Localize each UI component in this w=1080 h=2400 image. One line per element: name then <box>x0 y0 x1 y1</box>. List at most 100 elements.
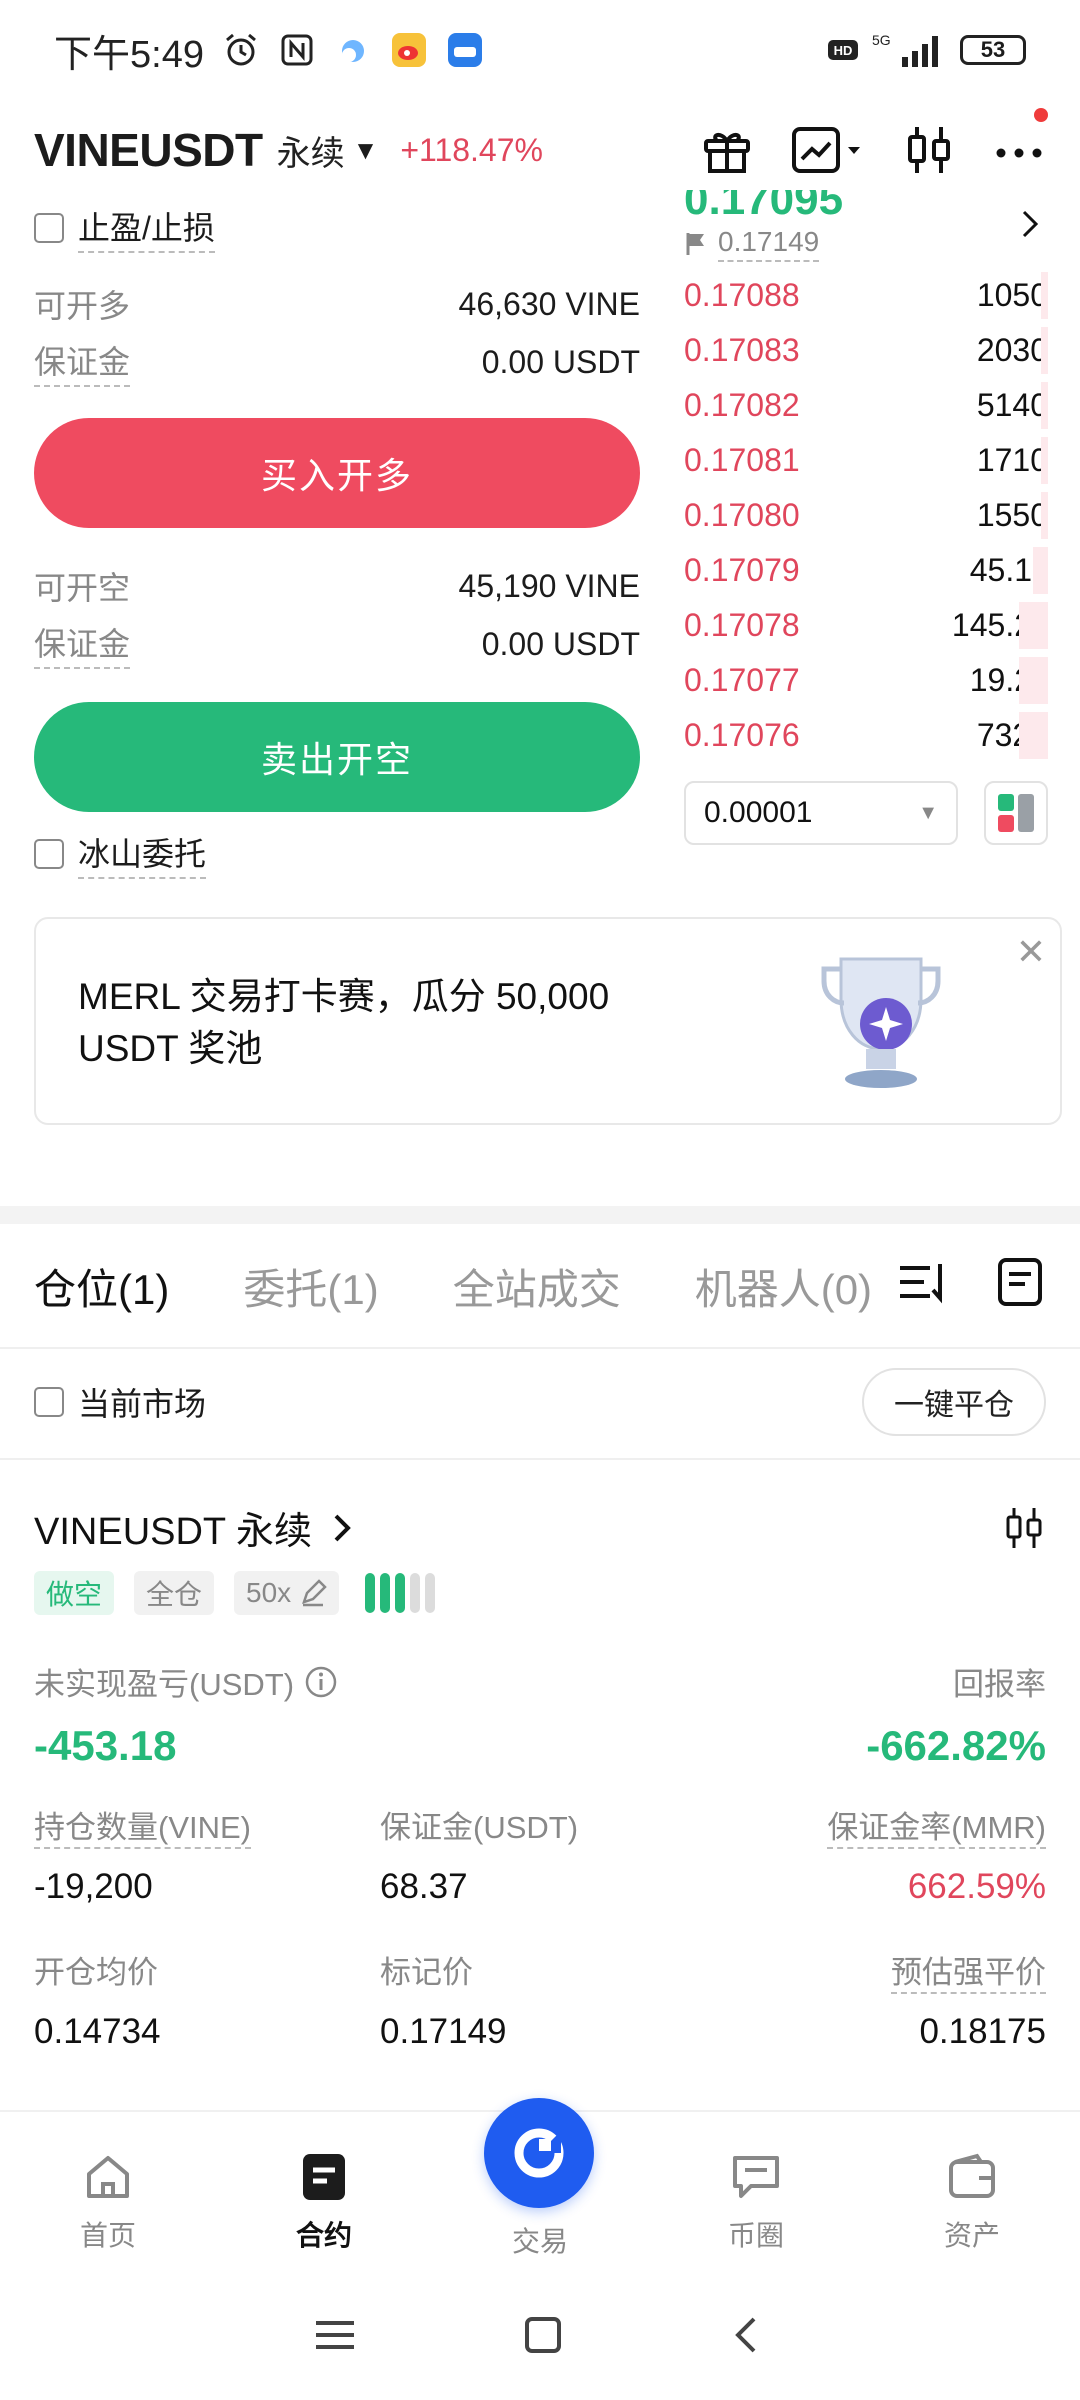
chevron-right-icon[interactable] <box>1018 204 1042 244</box>
select-arrow-icon: ▼ <box>918 801 938 824</box>
entry-price-value: 0.14734 <box>34 2012 161 2051</box>
close-all-button[interactable]: 一键平仓 <box>862 1368 1046 1436</box>
system-nav-bar <box>0 2270 1080 2400</box>
status-bar: 下午5:49 HD 5G 53 <box>0 0 1080 100</box>
ask-row[interactable]: 0.17078 145.2k <box>684 598 1048 653</box>
tp-sl-checkbox[interactable] <box>34 213 64 243</box>
alarm-icon <box>226 33 256 66</box>
back-icon[interactable] <box>726 2313 770 2357</box>
wallet-icon <box>949 2153 995 2198</box>
ask-row[interactable]: 0.17080 1550 <box>684 488 1048 543</box>
book-layout-button[interactable] <box>984 781 1048 845</box>
pair-name[interactable]: VINEUSDT <box>34 123 263 177</box>
futures-icon <box>303 2154 345 2200</box>
chat-icon <box>733 2156 779 2198</box>
price-change: +118.47% <box>400 131 543 168</box>
mark-price-row: 0.17149 <box>684 226 843 262</box>
contract-type[interactable]: 永续 <box>277 126 345 175</box>
ask-row[interactable]: 0.17083 2030 <box>684 323 1048 378</box>
pnl-label: 未实现盈亏(USDT) <box>34 1667 295 1702</box>
ask-row[interactable]: 0.17076 7320 <box>684 708 1048 763</box>
tab-bots[interactable]: 机器人(0) <box>695 1256 872 1317</box>
nav-assets-label: 资产 <box>943 2220 1000 2251</box>
close-banner-button[interactable]: ✕ <box>1016 931 1046 973</box>
long-available-label: 可开多 <box>34 288 131 324</box>
info-icon[interactable] <box>304 1665 338 1699</box>
tab-tools <box>876 1256 1046 1308</box>
short-margin-value: 0.00 USDT <box>481 625 640 662</box>
edit-icon <box>302 1579 327 1607</box>
iceberg-checkbox[interactable] <box>34 839 64 869</box>
tp-sl-toggle[interactable]: 止盈/止损 <box>34 200 640 256</box>
roe-value: -662.82% <box>866 1722 1046 1769</box>
signal-icon: 5G <box>872 32 938 67</box>
dropdown-triangle-icon[interactable]: ▼ <box>353 135 379 166</box>
risk-level-indicator <box>365 1573 436 1613</box>
promo-banner[interactable]: MERL 交易打卡赛，瓜分 50,000 USDT 奖池 ✕ <box>34 917 1062 1125</box>
gift-icon[interactable] <box>700 123 754 177</box>
tab-orders[interactable]: 委托(1) <box>243 1256 378 1317</box>
ask-row[interactable]: 0.17088 1050 <box>684 268 1048 323</box>
nav-community[interactable]: 币圈 <box>648 2112 864 2270</box>
margin-value: 68.37 <box>380 1867 468 1906</box>
nav-futures[interactable]: 合约 <box>216 2112 432 2270</box>
ask-row[interactable]: 0.17081 1710 <box>684 433 1048 488</box>
short-margin-label: 保证金 <box>34 619 131 669</box>
tab-positions[interactable]: 仓位(1) <box>34 1256 169 1317</box>
short-available-label: 可开空 <box>34 570 131 606</box>
chart-dropdown-icon[interactable] <box>790 123 866 177</box>
leverage-badge[interactable]: 50x <box>234 1571 340 1615</box>
margin-mode-badge[interactable]: 全仓 <box>134 1571 215 1615</box>
iceberg-toggle[interactable]: 冰山委托 <box>34 824 640 884</box>
candlestick-icon[interactable] <box>902 123 956 177</box>
tab-all-trades[interactable]: 全站成交 <box>453 1256 621 1317</box>
entry-price-label: 开仓均价 <box>34 1955 158 1990</box>
long-margin-row: 保证金 0.00 USDT <box>34 338 640 387</box>
long-margin-value: 0.00 USDT <box>481 343 640 380</box>
candlestick-icon[interactable] <box>1002 1506 1046 1550</box>
ask-list: 0.17088 1050 0.17083 2030 0.17082 5140 0.17… <box>684 268 1048 763</box>
position-title-link[interactable]: VINEUSDT 永续 <box>34 1500 356 1555</box>
order-history-icon[interactable] <box>994 1256 1046 1308</box>
promo-text: MERL 交易打卡赛，瓜分 50,000 USDT 奖池 <box>78 976 610 1069</box>
position-title: VINEUSDT 永续 <box>34 1511 313 1553</box>
positions-filter: 当前市场 一键平仓 <box>34 1366 1046 1438</box>
side-badge: 做空 <box>34 1571 115 1615</box>
size-value: -19,200 <box>34 1867 153 1906</box>
sell-short-button[interactable]: 卖出开空 <box>34 702 640 812</box>
home-square-icon[interactable] <box>521 2313 565 2357</box>
svg-text:5G: 5G <box>872 32 891 48</box>
current-market-toggle[interactable]: 当前市场 <box>34 1379 206 1425</box>
tick-size-select[interactable]: 0.00001 ▼ <box>684 781 958 845</box>
iceberg-label: 冰山委托 <box>78 829 207 879</box>
current-market-checkbox[interactable] <box>34 1387 64 1417</box>
nav-assets[interactable]: 资产 <box>864 2112 1080 2270</box>
roe-label: 回报率 <box>953 1667 1046 1702</box>
ask-row[interactable]: 0.17079 45.1k <box>684 543 1048 598</box>
trade-logo-icon <box>514 2128 564 2178</box>
filter-divider <box>0 1458 1080 1460</box>
margin-label: 保证金(USDT) <box>380 1810 579 1845</box>
hd-icon: HD <box>828 40 858 60</box>
sort-icon[interactable] <box>896 1256 948 1308</box>
app-icon <box>447 33 482 67</box>
svg-text:HD: HD <box>834 43 853 58</box>
more-icon[interactable] <box>992 123 1046 177</box>
trade-fab-button[interactable] <box>484 2098 594 2208</box>
trophy-icon <box>821 957 941 1088</box>
ask-row[interactable]: 0.17082 5140 <box>684 378 1048 433</box>
leverage-value: 50x <box>246 1577 292 1608</box>
status-time: 下午5:49 <box>54 33 204 76</box>
tick-size-value: 0.00001 <box>704 796 813 829</box>
buy-long-button[interactable]: 买入开多 <box>34 418 640 528</box>
last-price: 0.17095 <box>684 190 844 220</box>
menu-icon[interactable] <box>310 2313 360 2357</box>
mark-price-label: 标记价 <box>380 1955 473 1990</box>
nfc-icon <box>281 34 313 66</box>
nav-home[interactable]: 首页 <box>0 2112 216 2270</box>
cloud-app-icon <box>341 40 364 62</box>
ask-row[interactable]: 0.17077 19.2k <box>684 653 1048 708</box>
nav-community-label: 币圈 <box>727 2220 784 2251</box>
short-available-row: 可开空 45,190 VINE <box>34 562 640 610</box>
short-available-value: 45,190 VINE <box>458 567 640 604</box>
